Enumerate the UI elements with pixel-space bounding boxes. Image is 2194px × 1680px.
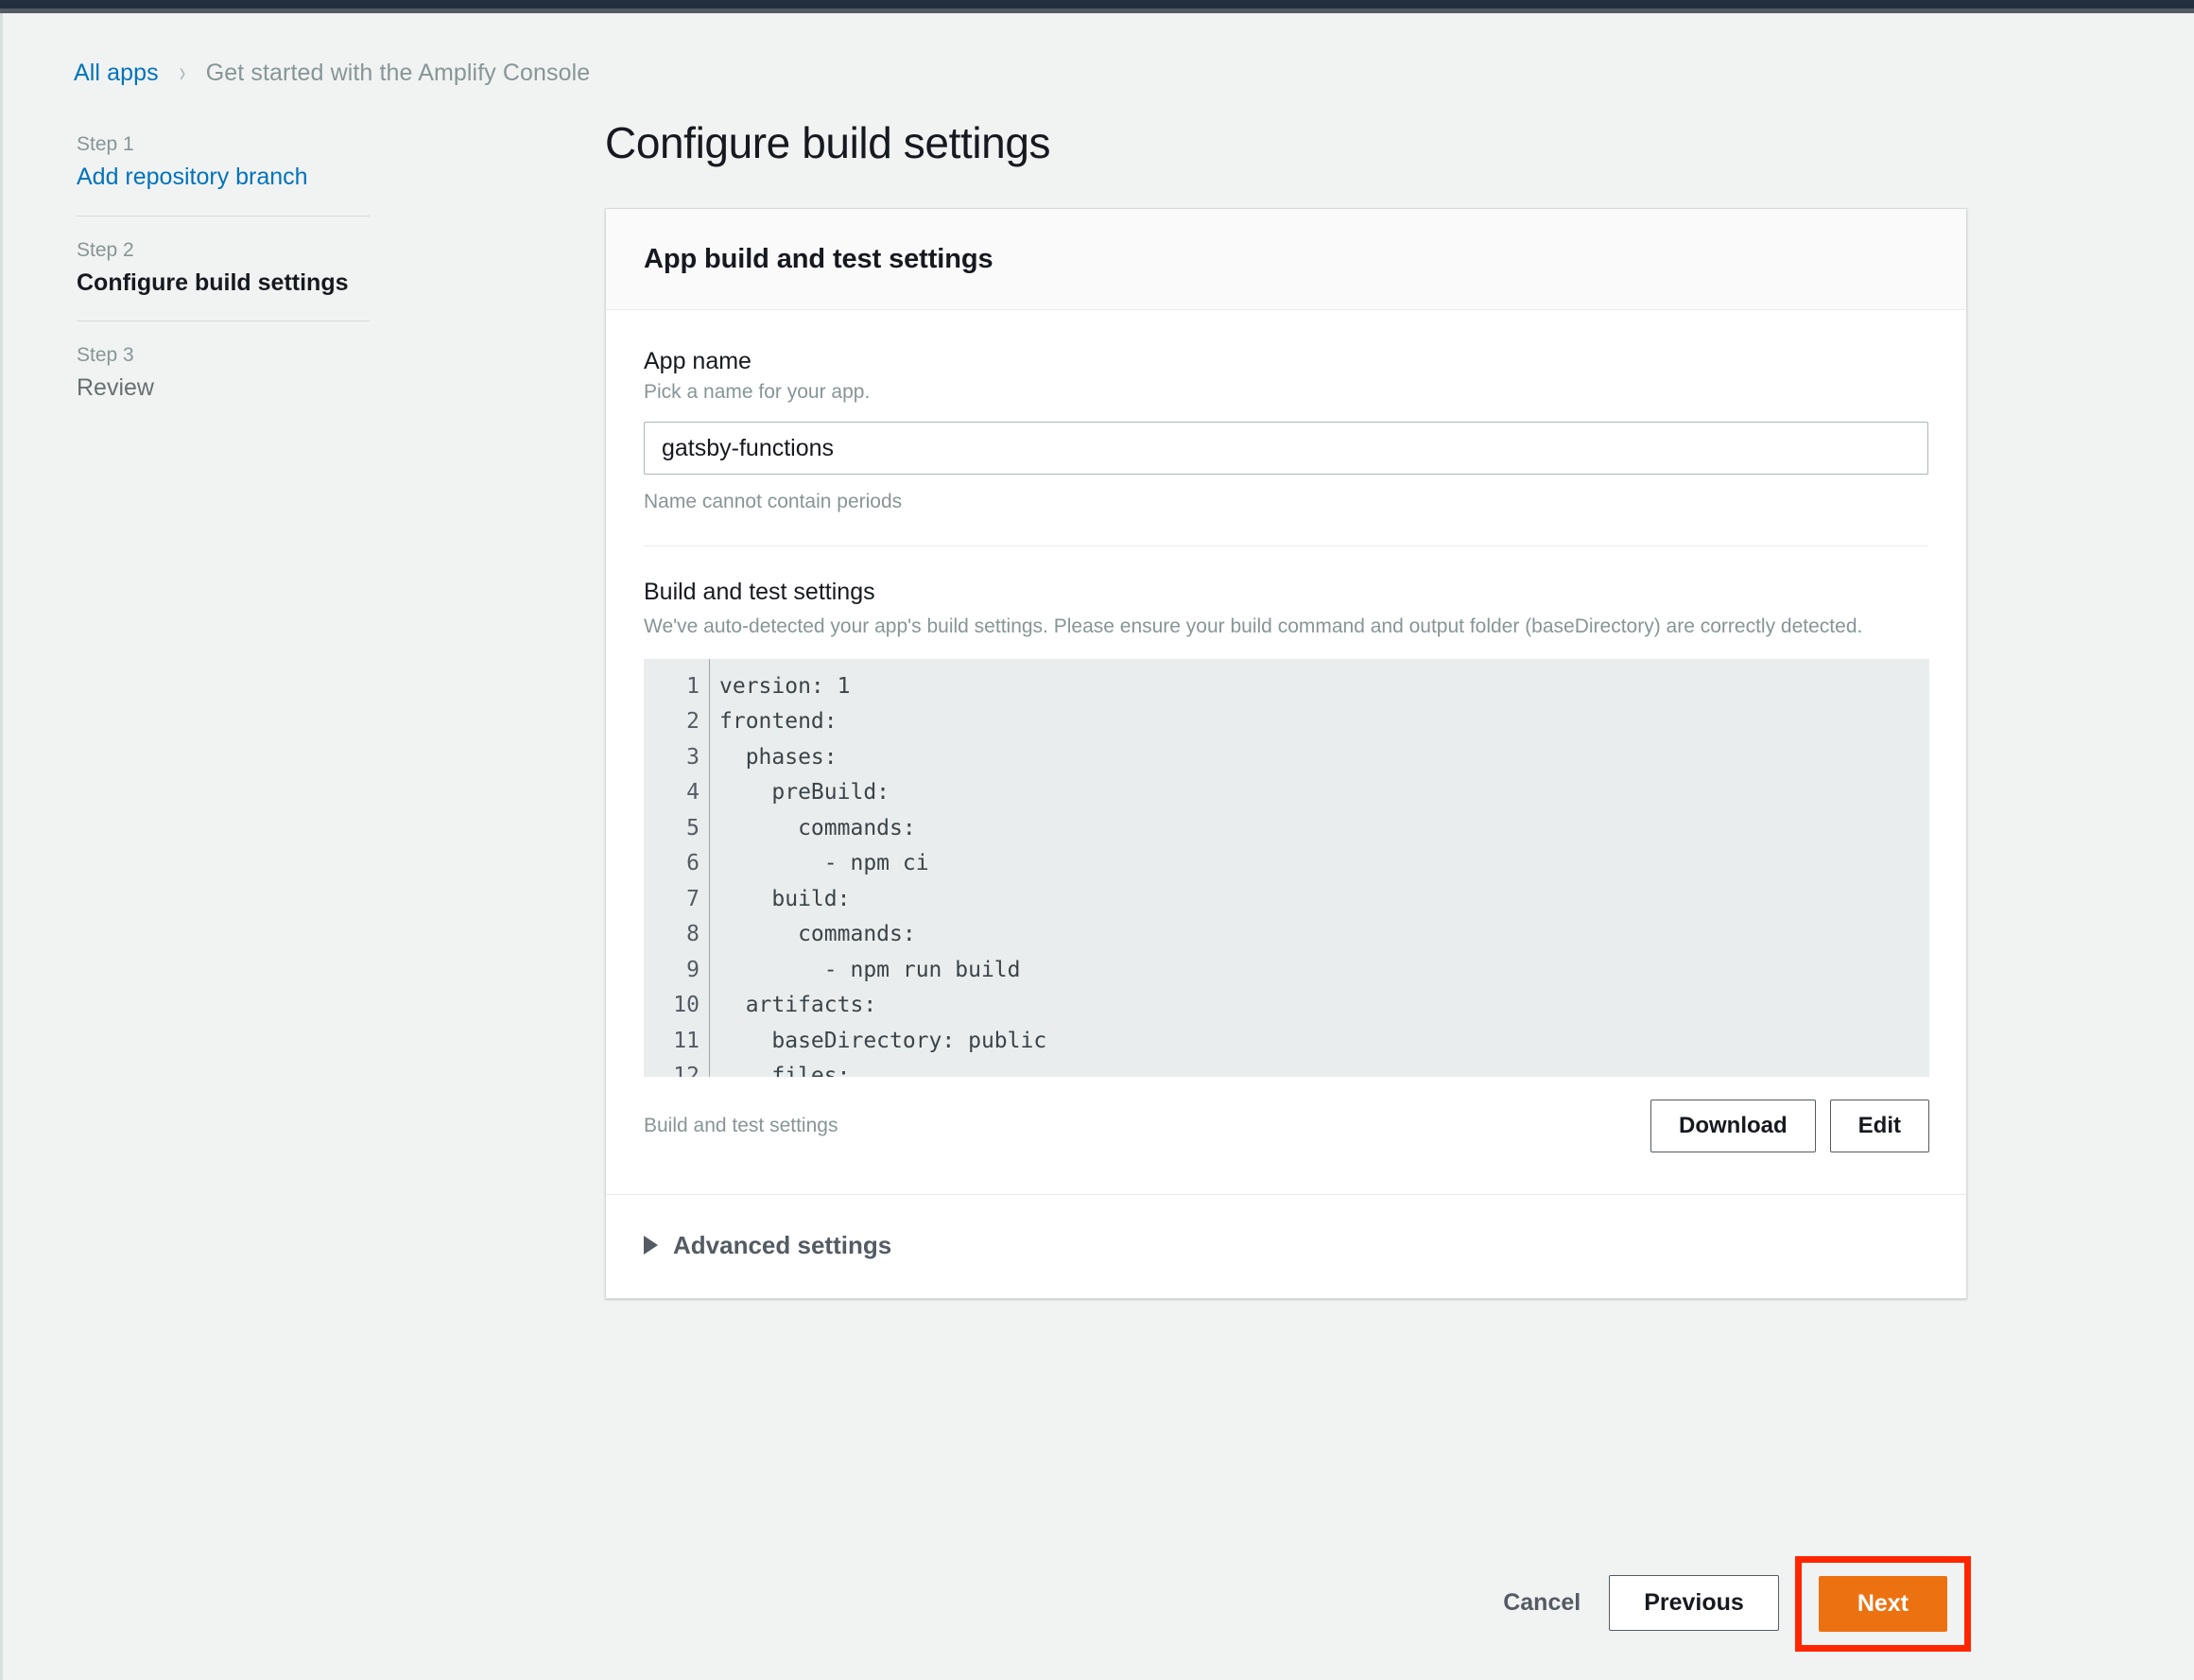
triangle-right-icon	[644, 1236, 658, 1256]
cancel-button[interactable]: Cancel	[1475, 1575, 1609, 1631]
code-line: files:	[719, 1064, 851, 1077]
code-line-number: 5	[686, 815, 700, 840]
download-button[interactable]: Download	[1650, 1099, 1816, 1152]
code-line-number: 8	[686, 922, 700, 947]
code-line: - npm run build	[719, 957, 1021, 982]
code-actions-row: Build and test settings Download Edit	[644, 1077, 1929, 1194]
next-button-highlight-annotation: Next	[1794, 1556, 1971, 1652]
code-line: baseDirectory: public	[719, 1028, 1047, 1053]
code-line: preBuild:	[719, 780, 890, 805]
buildspec-code-viewer[interactable]: 1234567891011121314151617 version: 1fron…	[644, 658, 1929, 1077]
build-settings-section: Build and test settings We've auto-detec…	[644, 546, 1929, 1194]
code-line: - npm ci	[719, 851, 929, 876]
code-line-number: 2	[686, 709, 700, 735]
code-line-number: 10	[673, 993, 700, 1018]
wizard-step-list: Step 1 Add repository branch Step 2 Conf…	[77, 131, 407, 404]
card-body: App name Pick a name for your app. Name …	[606, 310, 1966, 1194]
page-container: All apps › Get started with the Amplify …	[3, 13, 2194, 1680]
code-buttons-group: Download Edit	[1650, 1099, 1929, 1152]
code-line: build:	[719, 886, 851, 911]
wizard-step-1-number: Step 1	[77, 133, 134, 155]
code-line: commands:	[719, 815, 916, 840]
wizard-step-2-number: Step 2	[77, 238, 134, 261]
code-content-area[interactable]: version: 1 frontend: phases: preBuild: co…	[710, 659, 1929, 1077]
code-line-number: 11	[673, 1028, 700, 1053]
top-navigation-bar	[0, 0, 2194, 9]
wizard-step-2: Step 2 Configure build settings	[77, 237, 407, 299]
breadcrumb-all-apps-link[interactable]: All apps	[74, 60, 159, 87]
code-line-number: 6	[686, 851, 700, 876]
app-name-hint: Name cannot contain periods	[644, 491, 903, 512]
code-line-number-gutter: 1234567891011121314151617	[644, 658, 710, 1077]
wizard-step-3-number: Step 3	[77, 344, 134, 367]
advanced-settings-label: Advanced settings	[673, 1230, 892, 1259]
previous-button[interactable]: Previous	[1609, 1575, 1779, 1631]
code-caption: Build and test settings	[644, 1114, 838, 1136]
wizard-step-3: Step 3 Review	[77, 342, 407, 404]
app-build-settings-card: App build and test settings App name Pic…	[605, 208, 1967, 1299]
wizard-step-1-title[interactable]: Add repository branch	[77, 163, 407, 192]
wizard-step-1[interactable]: Step 1 Add repository branch	[77, 131, 407, 193]
breadcrumb: All apps › Get started with the Amplify …	[74, 59, 590, 87]
build-settings-title: Build and test settings	[644, 579, 875, 605]
code-line-number: 12	[673, 1064, 700, 1077]
card-header-title: App build and test settings	[644, 244, 993, 274]
code-line-number: 3	[686, 744, 700, 770]
footer-actions: Cancel Previous Next	[605, 1556, 1971, 1660]
code-line: version: 1	[719, 673, 851, 699]
page-title: Configure build settings	[605, 118, 1051, 167]
app-name-label: App name	[644, 348, 751, 374]
next-button[interactable]: Next	[1818, 1576, 1947, 1632]
edit-button[interactable]: Edit	[1829, 1099, 1929, 1152]
breadcrumb-current-page: Get started with the Amplify Console	[205, 59, 591, 86]
code-line: artifacts:	[719, 993, 877, 1018]
code-line: frontend:	[719, 709, 838, 735]
code-line-number: 1	[686, 673, 700, 699]
app-name-description: Pick a name for your app.	[644, 381, 871, 403]
code-line: phases:	[719, 744, 838, 770]
app-name-input[interactable]	[644, 422, 1928, 475]
wizard-step-2-title: Configure build settings	[77, 268, 349, 296]
card-header: App build and test settings	[606, 209, 1966, 310]
main-content: Configure build settings App build and t…	[605, 117, 1971, 1299]
app-name-field-group: App name Pick a name for your app. Name …	[644, 348, 1928, 513]
advanced-settings-expander[interactable]: Advanced settings	[606, 1193, 1966, 1298]
code-line-number: 9	[686, 957, 700, 982]
code-line-number: 4	[686, 780, 700, 805]
build-settings-description: We've auto-detected your app's build set…	[644, 615, 1863, 637]
breadcrumb-separator-icon: ›	[179, 57, 186, 88]
code-line: commands:	[719, 922, 916, 947]
code-line-number: 7	[686, 886, 700, 911]
wizard-step-3-title: Review	[77, 374, 154, 402]
wizard-divider-2	[77, 320, 370, 322]
